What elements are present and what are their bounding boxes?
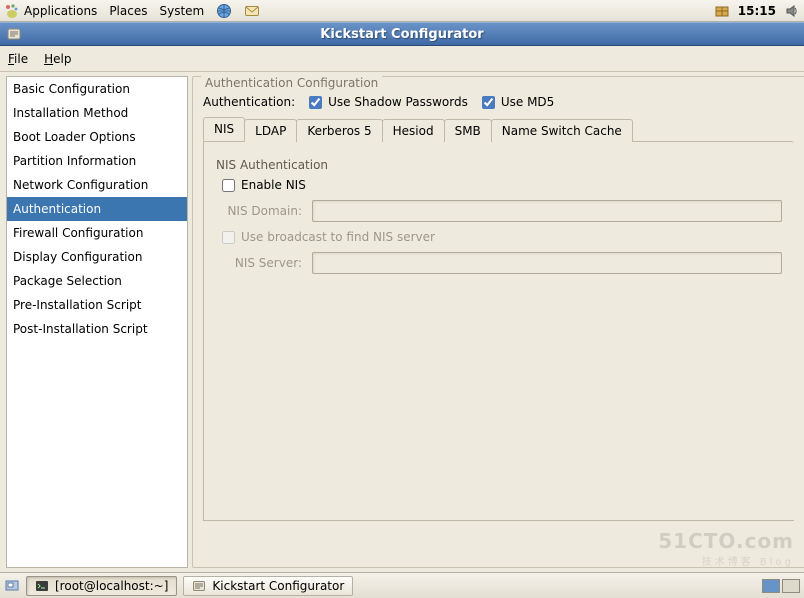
sidebar-item-label: Installation Method <box>13 106 128 120</box>
sidebar-item-network[interactable]: Network Configuration <box>7 173 187 197</box>
sidebar-item-label: Boot Loader Options <box>13 130 136 144</box>
app-icon <box>6 26 22 42</box>
nis-fieldset: NIS Authentication Enable NIS NIS Domain… <box>216 152 782 274</box>
workspace-2[interactable] <box>782 579 800 593</box>
task-kickstart-label: Kickstart Configurator <box>212 579 344 593</box>
sidebar-item-label: Partition Information <box>13 154 136 168</box>
checkbox-broadcast-input[interactable] <box>222 231 235 244</box>
globe-launcher-icon[interactable] <box>216 3 232 19</box>
terminal-icon <box>35 579 49 593</box>
auth-row: Authentication: Use Shadow Passwords Use… <box>203 95 794 109</box>
task-terminal-label: [root@localhost:~] <box>55 579 168 593</box>
sidebar-item-label: Authentication <box>13 202 101 216</box>
menu-file-rest: ile <box>14 52 28 66</box>
tab-label: Hesiod <box>393 124 434 138</box>
sidebar-item-label: Display Configuration <box>13 250 142 264</box>
panel-places-label: Places <box>109 4 147 18</box>
sidebar-item-display[interactable]: Display Configuration <box>7 245 187 269</box>
kickstart-app-icon <box>192 579 206 593</box>
checkbox-shadow-input[interactable] <box>309 96 322 109</box>
tab-label: Name Switch Cache <box>502 124 622 138</box>
checkbox-md5-input[interactable] <box>482 96 495 109</box>
tab-nis[interactable]: NIS <box>203 117 245 141</box>
sidebar-item-label: Firewall Configuration <box>13 226 143 240</box>
panel-applications[interactable]: Applications <box>4 3 97 19</box>
tab-kerberos[interactable]: Kerberos 5 <box>296 119 382 142</box>
checkbox-enable-nis-label: Enable NIS <box>241 178 306 192</box>
nis-domain-label: NIS Domain: <box>216 204 302 218</box>
checkbox-enable-nis[interactable]: Enable NIS <box>222 178 782 192</box>
sidebar-item-bootloader[interactable]: Boot Loader Options <box>7 125 187 149</box>
auth-tabs: NIS LDAP Kerberos 5 Hesiod SMB Name Swit… <box>203 117 794 521</box>
window-title: Kickstart Configurator <box>320 27 483 42</box>
sidebar-item-label: Package Selection <box>13 274 122 288</box>
sidebar[interactable]: Basic Configuration Installation Method … <box>6 76 188 568</box>
panel-system[interactable]: System <box>159 4 204 18</box>
nis-server-label: NIS Server: <box>216 256 302 270</box>
window-title-bar[interactable]: Kickstart Configurator <box>0 22 804 46</box>
sidebar-item-install[interactable]: Installation Method <box>7 101 187 125</box>
sidebar-item-label: Basic Configuration <box>13 82 130 96</box>
panel-places[interactable]: Places <box>109 4 147 18</box>
sidebar-item-post-script[interactable]: Post-Installation Script <box>7 317 187 341</box>
checkbox-shadow-label: Use Shadow Passwords <box>328 95 468 109</box>
tab-hesiod[interactable]: Hesiod <box>382 119 445 142</box>
main-body: Basic Configuration Installation Method … <box>0 72 804 572</box>
menu-help-rest: elp <box>53 52 71 66</box>
checkbox-broadcast-label: Use broadcast to find NIS server <box>241 230 435 244</box>
update-box-icon[interactable] <box>714 3 730 19</box>
top-panel: Applications Places System 15:15 <box>0 0 804 22</box>
checkbox-md5-label: Use MD5 <box>501 95 554 109</box>
sidebar-item-label: Pre-Installation Script <box>13 298 142 312</box>
row-nis-server: NIS Server: <box>216 252 782 274</box>
tab-smb[interactable]: SMB <box>444 119 492 142</box>
task-kickstart[interactable]: Kickstart Configurator <box>183 576 353 596</box>
workspace-switcher[interactable] <box>762 579 800 593</box>
checkbox-shadow[interactable]: Use Shadow Passwords <box>309 95 468 109</box>
sidebar-item-pre-script[interactable]: Pre-Installation Script <box>7 293 187 317</box>
tab-label: Kerberos 5 <box>307 124 371 138</box>
tab-nscd[interactable]: Name Switch Cache <box>491 119 633 142</box>
row-nis-domain: NIS Domain: <box>216 200 782 222</box>
sidebar-item-basic[interactable]: Basic Configuration <box>7 77 187 101</box>
email-launcher-icon[interactable] <box>244 3 260 19</box>
task-terminal[interactable]: [root@localhost:~] <box>26 576 177 596</box>
panel-system-label: System <box>159 4 204 18</box>
tab-label: SMB <box>455 124 481 138</box>
auth-groupbox: Authentication Configuration Authenticat… <box>192 76 804 568</box>
volume-icon[interactable] <box>784 3 800 19</box>
auth-group-legend: Authentication Configuration <box>201 76 382 90</box>
tab-ldap[interactable]: LDAP <box>244 119 297 142</box>
workspace-1[interactable] <box>762 579 780 593</box>
tab-body-nis: NIS Authentication Enable NIS NIS Domain… <box>203 141 794 521</box>
sidebar-item-firewall[interactable]: Firewall Configuration <box>7 221 187 245</box>
show-desktop-icon[interactable] <box>4 578 20 594</box>
panel-clock[interactable]: 15:15 <box>738 4 776 18</box>
tab-label: NIS <box>214 122 234 136</box>
checkbox-enable-nis-input[interactable] <box>222 179 235 192</box>
gnome-foot-icon <box>4 3 20 19</box>
sidebar-item-packages[interactable]: Package Selection <box>7 269 187 293</box>
auth-label: Authentication: <box>203 95 295 109</box>
sidebar-item-authentication[interactable]: Authentication <box>7 197 187 221</box>
tab-label: LDAP <box>255 124 286 138</box>
sidebar-item-partition[interactable]: Partition Information <box>7 149 187 173</box>
nis-server-input[interactable] <box>312 252 782 274</box>
panel-applications-label: Applications <box>24 4 97 18</box>
menu-help[interactable]: Help <box>44 52 71 66</box>
nis-fieldset-legend: NIS Authentication <box>216 158 782 172</box>
checkbox-md5[interactable]: Use MD5 <box>482 95 554 109</box>
menubar: File Help <box>0 46 804 72</box>
tab-row: NIS LDAP Kerberos 5 Hesiod SMB Name Swit… <box>203 117 794 141</box>
sidebar-item-label: Post-Installation Script <box>13 322 148 336</box>
checkbox-broadcast[interactable]: Use broadcast to find NIS server <box>222 230 782 244</box>
menu-file[interactable]: File <box>8 52 28 66</box>
bottom-panel: [root@localhost:~] Kickstart Configurato… <box>0 572 804 598</box>
sidebar-item-label: Network Configuration <box>13 178 148 192</box>
nis-domain-input[interactable] <box>312 200 782 222</box>
